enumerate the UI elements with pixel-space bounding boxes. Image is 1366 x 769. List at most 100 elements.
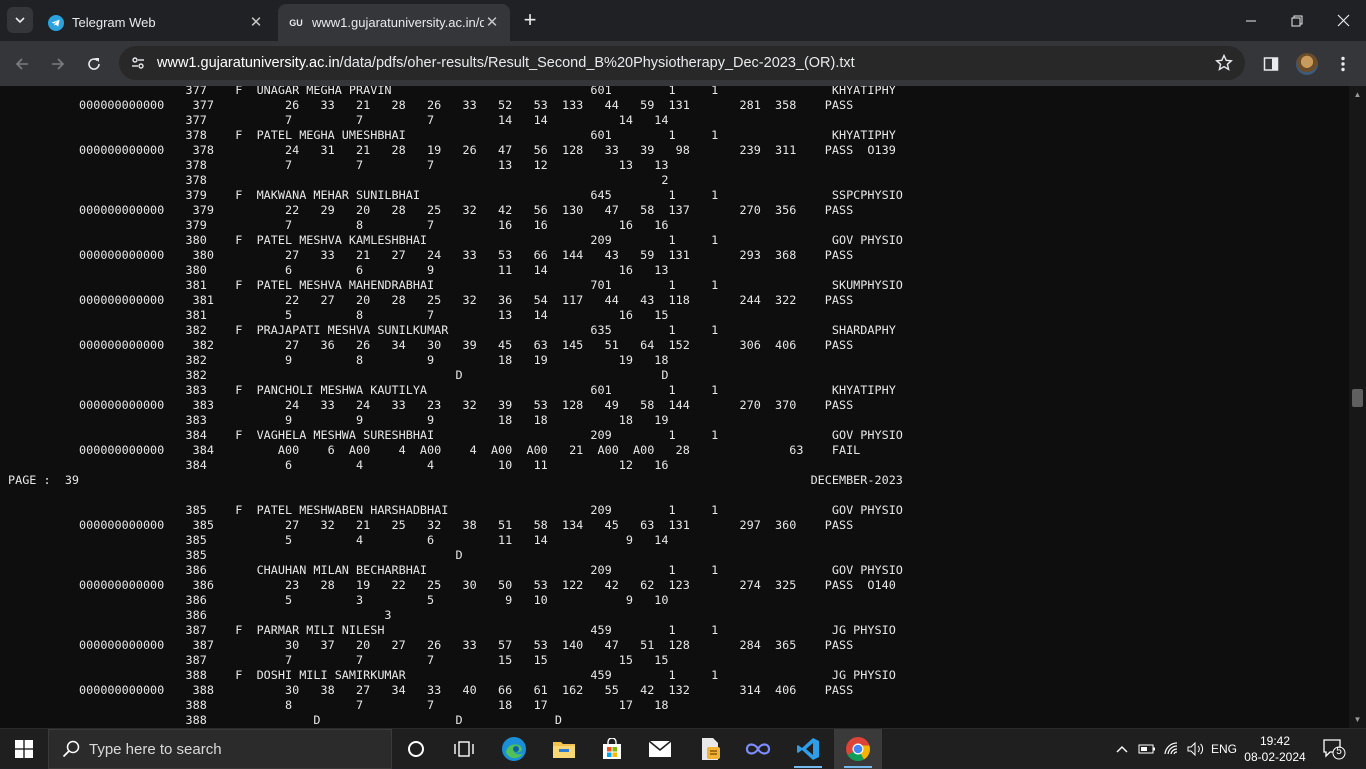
task-view-icon <box>454 741 474 757</box>
document-line: 384 6 4 4 10 11 12 16 <box>185 458 669 472</box>
document-line: 000000000000 388 30 38 27 34 33 40 66 61… <box>79 683 854 697</box>
document-line: 378 F PATEL MEGHA UMESHBHAI 601 1 1 KHYA… <box>185 128 896 142</box>
notification-center-button[interactable]: 5 <box>1322 738 1346 760</box>
document-line: 377 F UNAGAR MEGHA PRAVIN 601 1 1 KHYATI… <box>185 86 896 97</box>
infinity-icon <box>745 743 771 755</box>
edge-app[interactable] <box>490 729 538 769</box>
document-line: 382 D D <box>185 368 669 382</box>
clock-time: 19:42 <box>1259 734 1291 748</box>
arrow-left-icon <box>15 58 28 70</box>
result-text: 377 F UNAGAR MEGHA PRAVIN 601 1 1 KHYATI… <box>8 86 903 728</box>
vertical-scrollbar[interactable]: ▲ ▼ <box>1349 86 1366 728</box>
forward-button[interactable] <box>45 51 71 77</box>
browser-toolbar: www1.gujaratuniversity.ac.in/data/pdfs/o… <box>0 41 1366 86</box>
search-icon <box>62 740 80 758</box>
document-line: 388 D D D <box>185 713 562 727</box>
mail-app[interactable] <box>636 729 684 769</box>
clock[interactable]: 19:42 08-02-2024 <box>1240 733 1310 765</box>
bookmark-star-icon[interactable] <box>1215 53 1233 72</box>
start-button[interactable] <box>0 729 48 769</box>
side-panel-icon <box>1263 57 1279 71</box>
windows-logo-icon <box>15 740 33 758</box>
show-hidden-icons-button[interactable] <box>1112 729 1132 769</box>
infinity-app[interactable] <box>734 729 782 769</box>
battery-status[interactable] <box>1136 729 1158 769</box>
document-line: 388 8 7 7 18 17 17 18 <box>185 698 669 712</box>
document-line: 000000000000 384 A00 6 A00 4 A00 4 A00 A… <box>79 443 861 457</box>
reload-button[interactable] <box>81 51 107 77</box>
vscode-app[interactable] <box>784 729 832 769</box>
telegram-icon <box>48 14 64 31</box>
url-path: /data/pdfs/oher-results/Result_Second_B%… <box>339 55 855 71</box>
restore-button[interactable] <box>1274 0 1320 41</box>
taskbar-search[interactable]: Type here to search <box>48 729 392 769</box>
volume-control[interactable] <box>1185 729 1207 769</box>
arrow-right-icon <box>52 58 65 70</box>
scroll-up-icon[interactable]: ▲ <box>1353 90 1362 99</box>
new-tab-button[interactable]: + <box>519 9 541 32</box>
document-line: 000000000000 385 27 32 21 25 32 38 51 58… <box>79 518 854 532</box>
cortana-button[interactable] <box>392 729 440 769</box>
minimize-icon <box>1246 20 1256 21</box>
document-line: 382 F PRAJAPATI MESHVA SUNILKUMAR 635 1 … <box>185 323 896 337</box>
menu-button[interactable] <box>1330 51 1356 77</box>
notification-count: 5 <box>1336 746 1342 757</box>
document-line: 387 7 7 7 15 15 15 15 <box>185 653 669 667</box>
search-placeholder: Type here to search <box>89 740 222 758</box>
battery-icon <box>1138 744 1155 754</box>
clock-date: 08-02-2024 <box>1244 750 1306 764</box>
scroll-down-icon[interactable]: ▼ <box>1353 715 1362 724</box>
document-line: 000000000000 383 24 33 24 33 23 32 39 53… <box>79 398 854 412</box>
chevron-down-icon <box>15 17 25 24</box>
document-line: 378 2 <box>185 173 669 187</box>
tab-telegram[interactable]: Telegram Web ✕ <box>38 4 274 41</box>
document-line: 000000000000 377 26 33 21 28 26 33 52 53… <box>79 98 854 112</box>
url-text: www1.gujaratuniversity.ac.in/data/pdfs/o… <box>157 55 855 71</box>
scrollbar-thumb[interactable] <box>1352 389 1363 407</box>
document-line: 377 7 7 7 14 14 14 14 <box>185 113 669 127</box>
document-line: 379 7 8 7 16 16 16 16 <box>185 218 669 232</box>
back-button[interactable] <box>9 51 35 77</box>
speaker-icon <box>1187 742 1204 756</box>
restore-icon <box>1291 15 1303 26</box>
document-line: 000000000000 380 27 33 21 27 24 33 53 66… <box>79 248 854 262</box>
close-window-button[interactable] <box>1320 0 1366 41</box>
document-line: 385 5 4 6 11 14 9 14 <box>185 533 669 547</box>
chrome-app[interactable] <box>834 729 882 769</box>
tab-gujarat-university[interactable]: GU www1.gujaratuniversity.ac.in/da ✕ <box>278 4 510 41</box>
network-status[interactable] <box>1161 729 1183 769</box>
document-line: 378 7 7 7 13 12 13 13 <box>185 158 669 172</box>
address-bar[interactable]: www1.gujaratuniversity.ac.in/data/pdfs/o… <box>119 46 1245 80</box>
folder-icon <box>553 742 575 758</box>
windows-taskbar: Type here to search ENG 19:42 08-02-2024… <box>0 728 1366 769</box>
close-tab-icon[interactable]: ✕ <box>248 14 264 31</box>
language-indicator[interactable]: ENG <box>1208 729 1240 769</box>
tab-title: Telegram Web <box>72 15 156 30</box>
document-line: 383 F PANCHOLI MESHWA KAUTILYA 601 1 1 K… <box>185 383 896 397</box>
store-icon <box>603 738 621 759</box>
profile-button[interactable] <box>1294 51 1320 77</box>
site-info-icon[interactable] <box>121 46 155 80</box>
side-panel-button[interactable] <box>1258 51 1284 77</box>
document-line: 000000000000 379 22 29 20 28 25 32 42 56… <box>79 203 854 217</box>
tab-strip: Telegram Web ✕ GU www1.gujaratuniversity… <box>0 0 1366 41</box>
document-line: 384 F VAGHELA MESHWA SURESHBHAI 209 1 1 … <box>185 428 903 442</box>
microsoft-store-app[interactable] <box>588 729 636 769</box>
more-vert-icon <box>1341 56 1345 72</box>
document-app[interactable] <box>686 729 734 769</box>
task-view-button[interactable] <box>440 729 488 769</box>
document-line: 000000000000 378 24 31 21 28 19 26 47 56… <box>79 143 896 157</box>
document-line: 383 9 9 9 18 18 18 19 <box>185 413 669 427</box>
document-line: 380 F PATEL MESHVA KAMLESHBHAI 209 1 1 G… <box>185 233 903 247</box>
file-explorer-app[interactable] <box>540 729 588 769</box>
tab-search-button[interactable] <box>7 7 33 33</box>
close-tab-icon[interactable]: ✕ <box>484 14 500 31</box>
minimize-button[interactable] <box>1228 0 1274 41</box>
document-line: 379 F MAKWANA MEHAR SUNILBHAI 645 1 1 SS… <box>185 188 903 202</box>
document-line: 385 D <box>185 548 463 562</box>
document-line: 385 F PATEL MESHWABEN HARSHADBHAI 209 1 … <box>185 503 903 517</box>
vscode-icon <box>797 738 819 760</box>
document-line: 386 5 3 5 9 10 9 10 <box>185 593 669 607</box>
text-document-view: 377 F UNAGAR MEGHA PRAVIN 601 1 1 KHYATI… <box>0 86 1349 728</box>
document-line: 382 9 8 9 18 19 19 18 <box>185 353 669 367</box>
